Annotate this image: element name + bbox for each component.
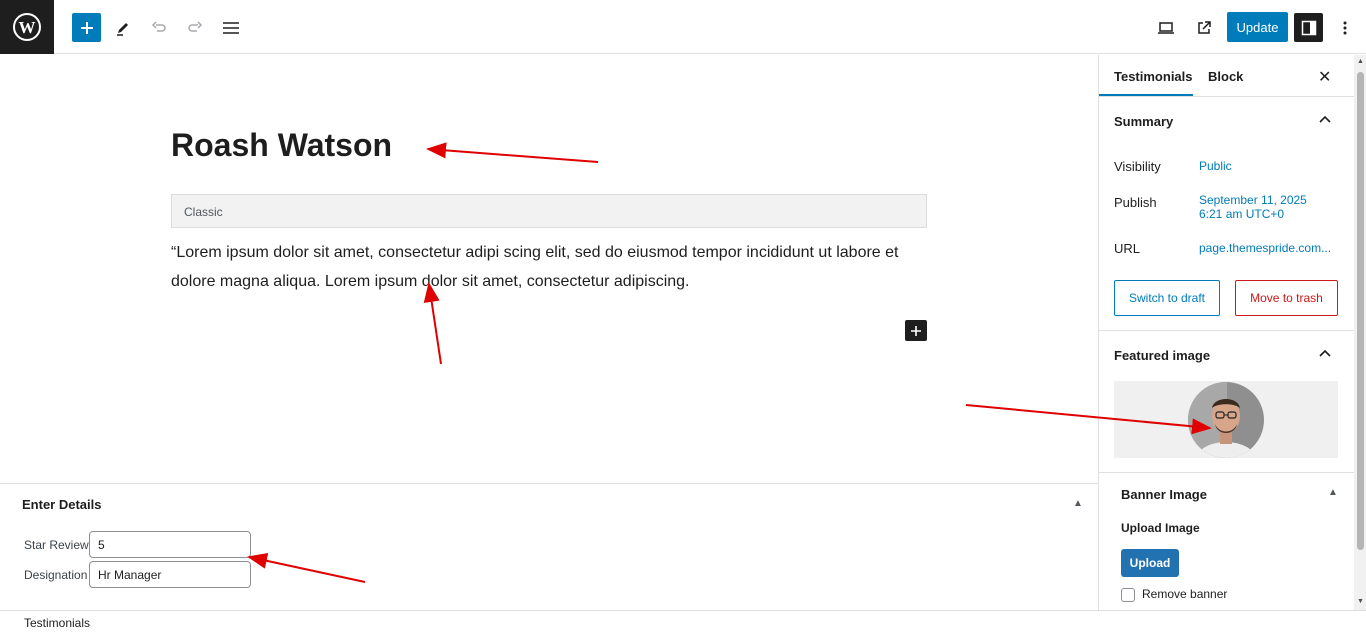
tab-block[interactable]: Block (1208, 55, 1243, 96)
pencil-icon[interactable] (108, 13, 137, 42)
close-icon[interactable]: ✕ (1318, 67, 1331, 87)
update-button[interactable]: Update (1227, 12, 1288, 42)
external-link-icon[interactable] (1189, 13, 1218, 42)
publish-time-text: 6:21 am UTC+0 (1199, 207, 1285, 221)
tab-testimonials[interactable]: Testimonials (1099, 55, 1193, 96)
sidebar-toggle-icon[interactable] (1294, 13, 1323, 42)
publish-date[interactable]: September 11, 2025 6:21 am UTC+0 (1199, 193, 1307, 221)
designation-label: Designation (24, 568, 88, 582)
star-review-input[interactable]: 5 (89, 531, 251, 558)
publish-label: Publish (1114, 195, 1157, 210)
url-value[interactable]: page.themespride.com... (1199, 241, 1331, 255)
upload-image-heading: Upload Image (1121, 521, 1200, 535)
settings-sidebar: Testimonials Block ✕ Summary Visibility … (1098, 55, 1366, 610)
post-content[interactable]: “Lorem ipsum dolor sit amet, consectetur… (171, 238, 931, 296)
classic-block-toolbar[interactable]: Classic (171, 194, 927, 228)
laptop-icon[interactable] (1151, 13, 1180, 42)
collapse-triangle-icon[interactable]: ▲ (1073, 498, 1083, 509)
banner-image-heading[interactable]: Banner Image (1121, 487, 1207, 502)
block-inserter-plus-icon[interactable] (905, 320, 927, 341)
scrollbar-thumb[interactable] (1357, 72, 1364, 550)
upload-button[interactable]: Upload (1121, 549, 1179, 577)
post-title[interactable]: Roash Watson (171, 127, 392, 164)
publish-date-text: September 11, 2025 (1199, 193, 1307, 207)
undo-icon[interactable] (144, 13, 173, 42)
enter-details-metabox: Enter Details ▲ Star Review 5 Designatio… (0, 483, 1098, 610)
star-review-label: Star Review (24, 538, 89, 552)
visibility-label: Visibility (1114, 159, 1161, 174)
svg-text:W: W (19, 18, 36, 37)
remove-banner-label: Remove banner (1142, 587, 1228, 601)
editor-canvas: Roash Watson Classic “Lorem ipsum dolor … (0, 55, 1098, 483)
list-view-icon[interactable] (216, 13, 245, 42)
scroll-up-arrow-icon[interactable]: ▲ (1357, 58, 1364, 65)
designation-input[interactable]: Hr Manager (89, 561, 251, 588)
metabox-title: Enter Details (22, 497, 102, 512)
switch-to-draft-button[interactable]: Switch to draft (1114, 280, 1220, 316)
collapse-triangle-icon[interactable]: ▲ (1328, 487, 1338, 498)
redo-icon[interactable] (180, 13, 209, 42)
featured-image-preview[interactable] (1114, 381, 1338, 458)
chevron-up-icon[interactable] (1319, 349, 1331, 357)
breadcrumb-item[interactable]: Testimonials (24, 616, 90, 630)
plus-icon[interactable] (72, 13, 101, 42)
sidebar-scrollbar[interactable]: ▲ ▼ (1354, 55, 1366, 610)
remove-banner-checkbox[interactable] (1121, 588, 1135, 602)
visibility-value[interactable]: Public (1199, 159, 1232, 173)
summary-heading[interactable]: Summary (1114, 114, 1173, 129)
wordpress-logo-icon[interactable]: W (0, 0, 54, 54)
scroll-down-arrow-icon[interactable]: ▼ (1357, 598, 1364, 605)
breadcrumb: Testimonials (0, 610, 1366, 633)
person-avatar-image (1188, 381, 1264, 458)
editor-toolbar: W Update (0, 0, 1366, 54)
featured-image-heading[interactable]: Featured image (1114, 348, 1210, 363)
url-label: URL (1114, 241, 1141, 256)
chevron-up-icon[interactable] (1319, 115, 1331, 123)
move-to-trash-button[interactable]: Move to trash (1235, 280, 1338, 316)
vertical-ellipsis-icon[interactable] (1330, 13, 1359, 42)
